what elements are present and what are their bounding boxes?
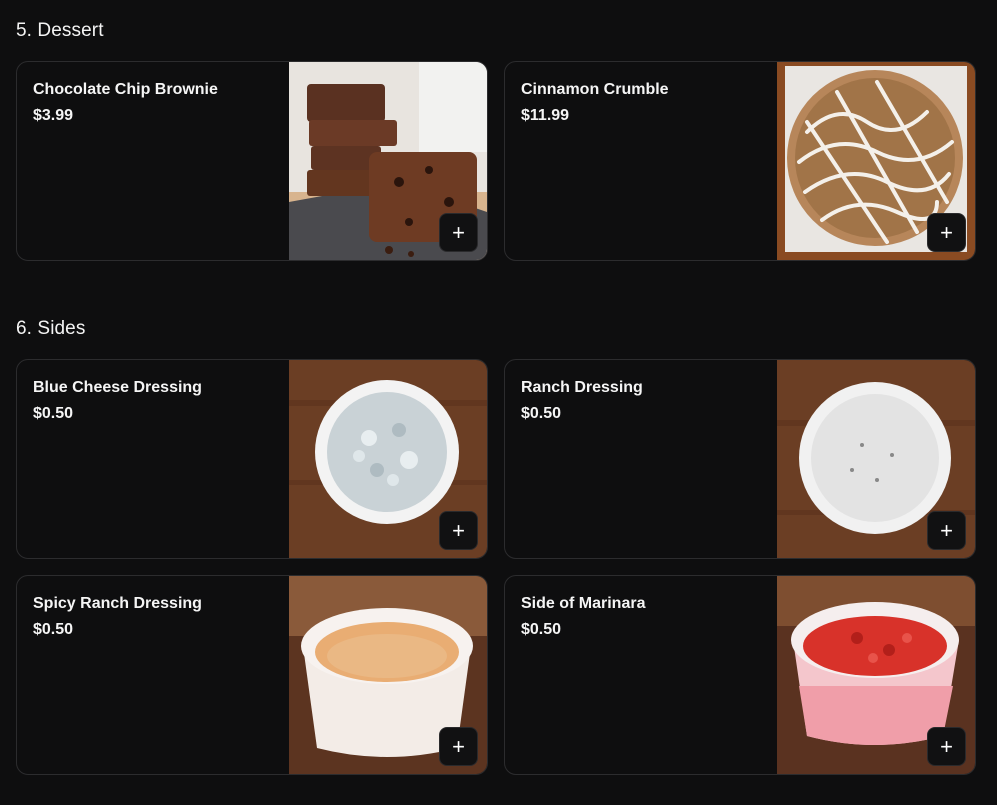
item-price: $0.50 xyxy=(33,405,74,422)
item-price: $11.99 xyxy=(521,107,570,124)
item-name: Ranch Dressing xyxy=(521,379,643,396)
plus-icon: + xyxy=(940,733,953,759)
item-price: $0.50 xyxy=(521,621,562,638)
add-button[interactable]: + xyxy=(439,511,478,550)
item-name: Cinnamon Crumble xyxy=(521,81,669,98)
item-name: Chocolate Chip Brownie xyxy=(33,81,218,98)
menu-item-card[interactable]: Side of Marinara $0.50 + xyxy=(504,575,976,775)
item-name: Spicy Ranch Dressing xyxy=(33,595,202,612)
add-button[interactable]: + xyxy=(439,727,478,766)
item-name: Blue Cheese Dressing xyxy=(33,379,202,396)
add-button[interactable]: + xyxy=(927,213,966,252)
add-button[interactable]: + xyxy=(439,213,478,252)
plus-icon: + xyxy=(940,219,953,245)
item-price: $0.50 xyxy=(33,621,74,638)
menu-item-card[interactable]: Cinnamon Crumble $11.99 + xyxy=(504,61,976,261)
plus-icon: + xyxy=(452,219,465,245)
section-title-sides: 6. Sides xyxy=(16,318,86,339)
plus-icon: + xyxy=(452,733,465,759)
menu-item-card[interactable]: Blue Cheese Dressing $0.50 + xyxy=(16,359,488,559)
section-title-dessert: 5. Dessert xyxy=(16,20,104,41)
plus-icon: + xyxy=(940,517,953,543)
add-button[interactable]: + xyxy=(927,511,966,550)
plus-icon: + xyxy=(452,517,465,543)
menu-item-card[interactable]: Chocolate Chip Brownie $3.99 + xyxy=(16,61,488,261)
add-button[interactable]: + xyxy=(927,727,966,766)
item-price: $0.50 xyxy=(521,405,562,422)
item-name: Side of Marinara xyxy=(521,595,646,612)
menu-item-card[interactable]: Spicy Ranch Dressing $0.50 + xyxy=(16,575,488,775)
menu-item-card[interactable]: Ranch Dressing $0.50 + xyxy=(504,359,976,559)
item-price: $3.99 xyxy=(33,107,74,124)
